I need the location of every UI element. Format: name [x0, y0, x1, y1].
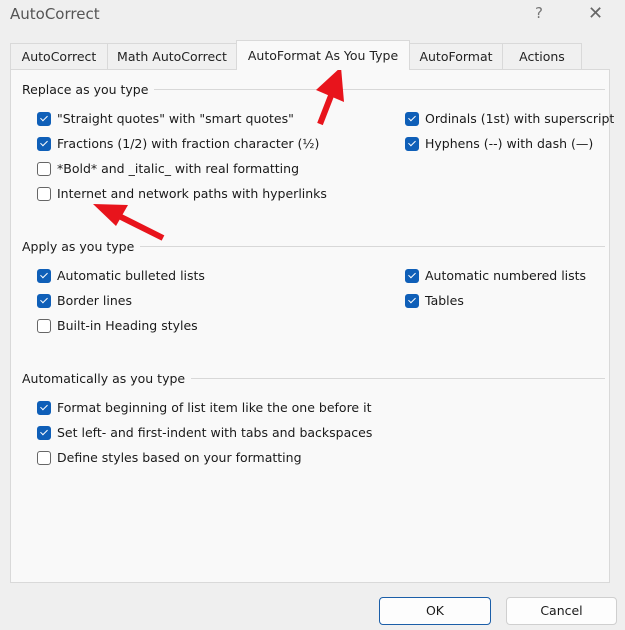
arrow-to-tab-icon: [316, 67, 344, 126]
arrow-to-hyperlinks-icon: [93, 204, 165, 241]
annotation-arrows: [93, 67, 344, 241]
tab-autoformat-as-you-type[interactable]: AutoFormat As You Type: [236, 40, 410, 70]
